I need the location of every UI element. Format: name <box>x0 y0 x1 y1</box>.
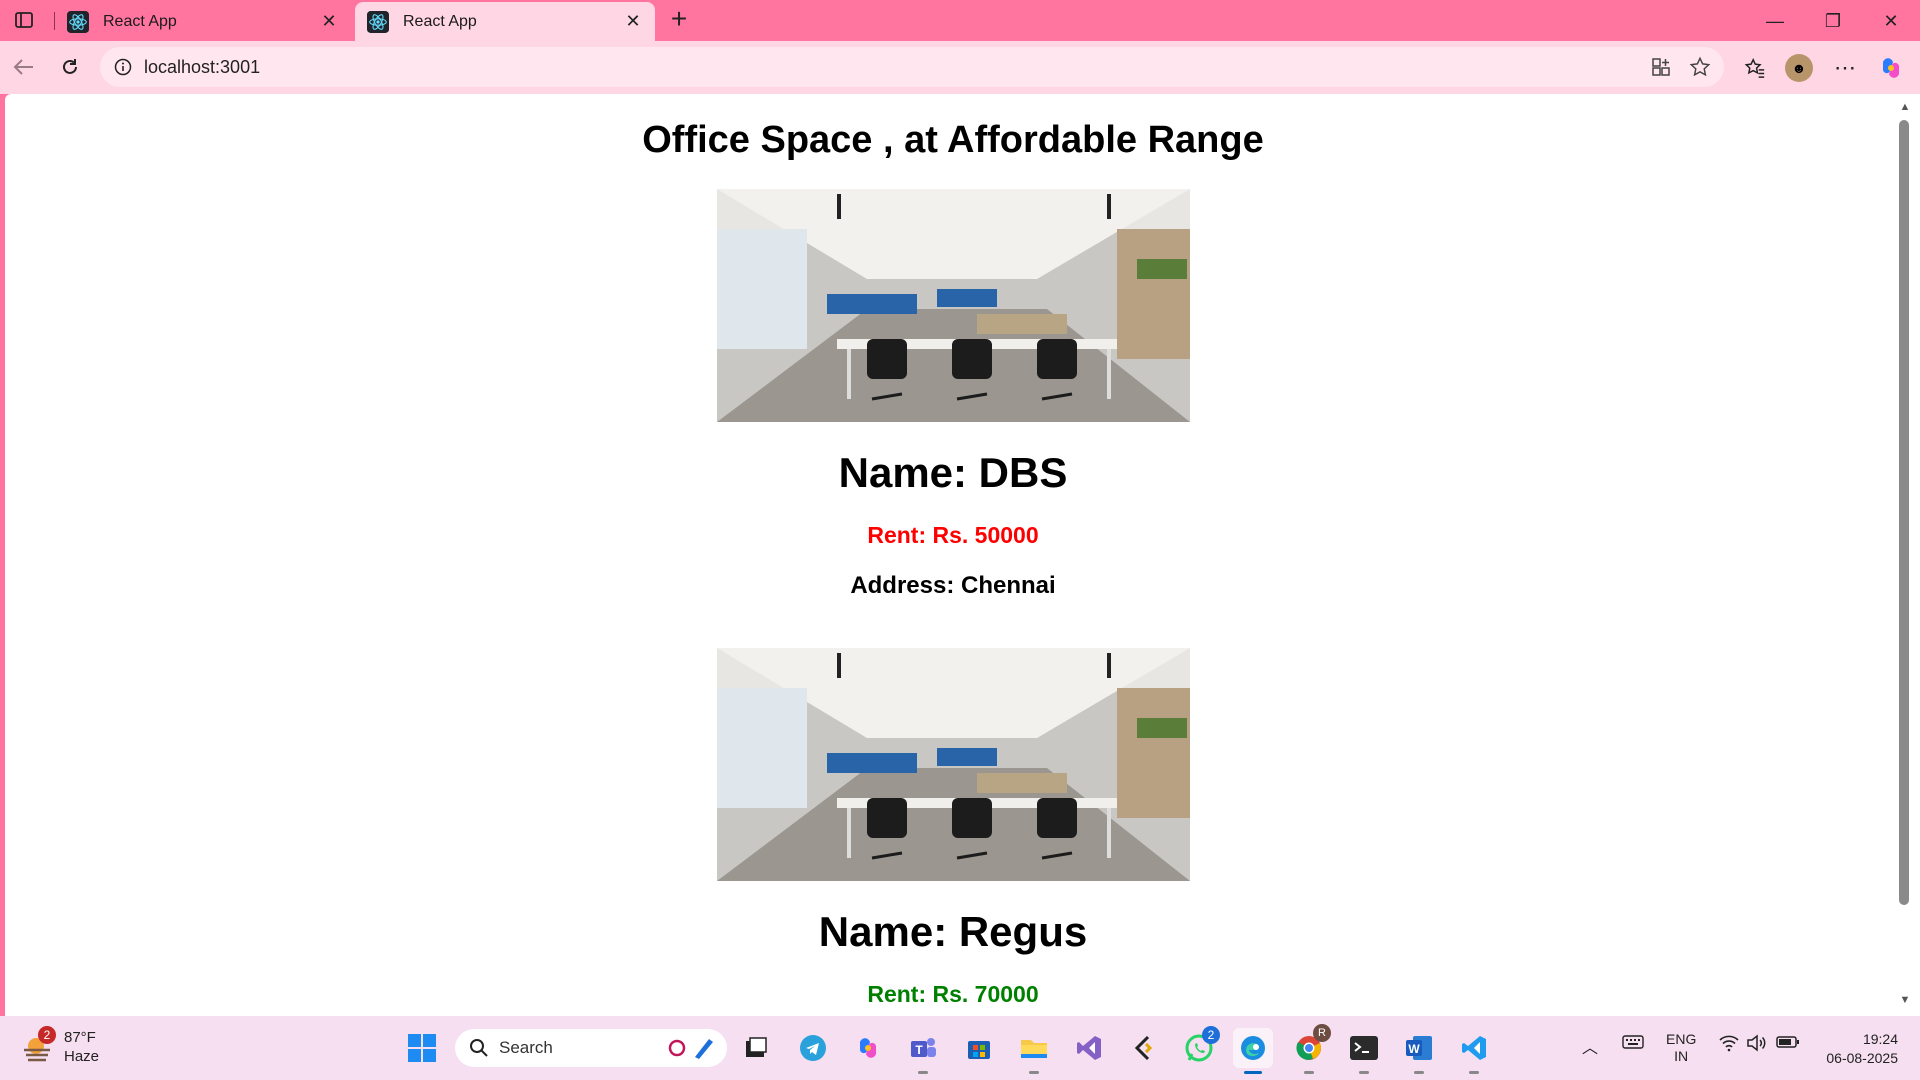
svg-text:T: T <box>915 1043 923 1057</box>
profile-avatar[interactable]: ☻ <box>1782 51 1816 85</box>
weather-widget[interactable]: 2 87°F Haze <box>20 1026 100 1066</box>
page-title: Office Space , at Affordable Range <box>642 119 1264 161</box>
office-image <box>716 648 1190 881</box>
search-placeholder: Search <box>499 1038 553 1057</box>
restore-button[interactable]: ❐ <box>1818 8 1848 34</box>
office-rent: Rent: Rs. 70000 <box>867 981 1039 1007</box>
address-bar[interactable]: localhost:3001 <box>100 47 1724 87</box>
tab-bar: React App ✕ React App ✕ + — ❐ ✕ <box>0 0 1920 41</box>
system-clock[interactable]: 19:24 06-08-2025 <box>1814 1030 1898 1068</box>
new-tab-button[interactable]: + <box>664 5 694 34</box>
tab-close-icon[interactable]: ✕ <box>319 11 339 32</box>
battery-icon[interactable] <box>1776 1034 1800 1053</box>
taskbar-app-vscode[interactable] <box>1454 1028 1494 1074</box>
page-content: Office Space , at Affordable Range Name:… <box>5 116 1901 1009</box>
copilot-icon[interactable] <box>1874 51 1908 85</box>
running-indicator <box>1359 1071 1369 1074</box>
region-code: IN <box>1674 1048 1689 1064</box>
tab-close-icon[interactable]: ✕ <box>623 11 643 32</box>
running-indicator <box>1304 1071 1314 1074</box>
minimize-button[interactable]: — <box>1760 8 1790 34</box>
weather-badge: 2 <box>38 1026 56 1044</box>
search-icon <box>470 1039 488 1057</box>
office-rent: Rent: Rs. 50000 <box>867 522 1039 548</box>
taskbar-app-code-tool[interactable] <box>1124 1028 1164 1068</box>
office-image <box>716 189 1190 422</box>
chrome-profile-badge: R <box>1313 1024 1331 1042</box>
keyboard-icon[interactable] <box>1622 1034 1644 1053</box>
office-card: Name: DBS Rent: Rs. 50000 Address: Chenn… <box>5 189 1901 602</box>
scroll-up-icon[interactable]: ▲ <box>1898 101 1912 115</box>
react-logo-icon <box>67 10 89 33</box>
running-indicator <box>1414 1071 1424 1074</box>
whatsapp-badge: 2 <box>1202 1026 1220 1044</box>
weather-temp: 87°F <box>64 1029 96 1046</box>
wifi-icon[interactable] <box>1718 1034 1740 1055</box>
page-viewport: Office Space , at Affordable Range Name:… <box>5 94 1901 1016</box>
tab-title: React App <box>403 12 477 30</box>
search-highlight-icon <box>668 1039 713 1059</box>
taskbar-app-teams[interactable]: T <box>903 1028 943 1074</box>
taskbar-app-telegram[interactable] <box>793 1028 833 1068</box>
tab-react-app-1[interactable]: React App ✕ <box>55 2 351 41</box>
scrollbar-thumb[interactable] <box>1899 120 1909 905</box>
avatar: ☻ <box>1785 54 1813 82</box>
clock-date: 06-08-2025 <box>1826 1050 1898 1066</box>
refresh-button[interactable] <box>54 51 86 83</box>
url-text: localhost:3001 <box>144 56 261 77</box>
site-info-icon[interactable] <box>114 58 132 76</box>
taskbar-app-terminal[interactable] <box>1344 1028 1384 1074</box>
back-button[interactable] <box>8 51 40 83</box>
taskbar-app-chrome[interactable]: R <box>1289 1024 1331 1074</box>
running-indicator <box>1469 1071 1479 1074</box>
weather-haze-icon: 2 <box>20 1026 56 1064</box>
tab-react-app-2[interactable]: React App ✕ <box>355 2 655 41</box>
weather-condition: Haze <box>64 1048 100 1065</box>
scroll-down-icon[interactable]: ▼ <box>1898 994 1912 1008</box>
language-code: ENG <box>1666 1031 1697 1047</box>
taskbar-app-task-view[interactable] <box>736 1028 776 1068</box>
active-indicator <box>1244 1071 1262 1074</box>
volume-icon[interactable] <box>1746 1034 1768 1055</box>
taskbar-app-edge[interactable] <box>1233 1028 1273 1074</box>
more-options-icon[interactable]: ⋯ <box>1828 51 1862 85</box>
office-card: Name: Regus Rent: Rs. 70000 <box>5 648 1901 1009</box>
taskbar-app-copilot[interactable] <box>848 1028 888 1068</box>
office-name: Name: Regus <box>818 908 1088 955</box>
tab-title: React App <box>103 12 177 30</box>
svg-text:W: W <box>1408 1042 1420 1056</box>
react-logo-icon <box>367 10 389 33</box>
taskbar-app-file-explorer[interactable] <box>1014 1028 1054 1074</box>
sidebar-toggle-icon[interactable] <box>10 9 38 31</box>
app-available-icon[interactable] <box>1645 51 1677 83</box>
office-address: Address: Chennai <box>850 572 1056 599</box>
favorite-star-icon[interactable] <box>1684 51 1716 83</box>
browser-toolbar: localhost:3001 ☻ ⋯ <box>0 41 1920 94</box>
taskbar-search[interactable]: Search <box>455 1029 727 1067</box>
taskbar-app-word[interactable]: W <box>1399 1028 1439 1074</box>
show-hidden-icons-chevron-icon[interactable]: ︿ <box>1582 1034 1598 1058</box>
taskbar-app-whatsapp[interactable]: 2 <box>1180 1026 1220 1068</box>
clock-time: 19:24 <box>1862 1031 1898 1047</box>
close-window-button[interactable]: ✕ <box>1876 8 1906 34</box>
running-indicator <box>1029 1071 1039 1074</box>
start-button[interactable] <box>402 1028 442 1068</box>
language-indicator[interactable]: ENG IN <box>1666 1031 1696 1065</box>
windows-taskbar: 2 87°F Haze Search T 2 R W ︿ ENG IN 19:2… <box>0 1016 1920 1080</box>
taskbar-app-store[interactable] <box>959 1028 999 1068</box>
office-name: Name: DBS <box>838 449 1068 496</box>
taskbar-app-visual-studio[interactable] <box>1069 1028 1109 1068</box>
running-indicator <box>918 1071 928 1074</box>
favorites-icon[interactable] <box>1738 51 1772 85</box>
